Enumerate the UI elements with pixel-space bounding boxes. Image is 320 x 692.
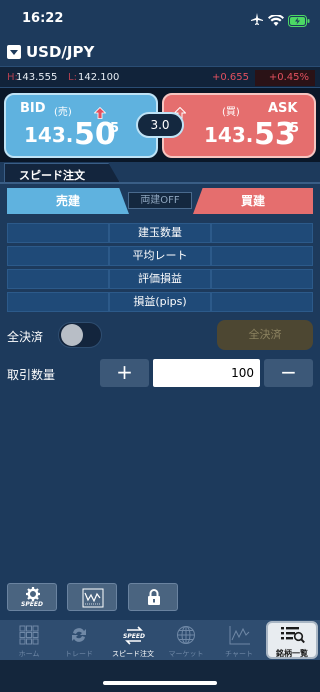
- wifi-icon: [268, 12, 284, 31]
- info-cell-left: [7, 269, 109, 289]
- tab-speed-label: スピード注文: [112, 650, 154, 658]
- lock-button[interactable]: [128, 583, 178, 611]
- status-time: 16:22: [22, 11, 64, 26]
- info-cell-left: [7, 223, 109, 243]
- quantity-decrease-button[interactable]: −: [264, 359, 313, 387]
- toggle-knob: [61, 324, 83, 346]
- info-cell-right: [211, 246, 313, 266]
- info-label: 建玉数量: [109, 223, 211, 243]
- tab-market[interactable]: マーケット: [157, 620, 215, 660]
- spread-badge: 3.0: [136, 112, 184, 138]
- sell-button[interactable]: 売建: [7, 188, 129, 214]
- low-value: 142.100: [78, 72, 120, 83]
- high-value: 143.555: [16, 72, 58, 83]
- tab-symbols-label: 銘柄一覧: [276, 649, 308, 658]
- tab-speed-order[interactable]: スピード注文: [4, 163, 120, 183]
- quantity-input[interactable]: [153, 359, 260, 387]
- bid-sub-label: (売): [54, 107, 72, 118]
- chart-icon: [82, 588, 104, 612]
- home-grid-icon: [19, 625, 39, 649]
- close-all-button[interactable]: 全決済: [217, 320, 313, 350]
- info-row-position-quantity: 建玉数量: [7, 223, 313, 243]
- ask-sub-label: (買): [222, 107, 240, 118]
- info-label: 損益(pips): [109, 292, 211, 312]
- info-cell-left: [7, 246, 109, 266]
- info-label: 評価損益: [109, 269, 211, 289]
- symbol-dropdown-button[interactable]: [7, 45, 21, 59]
- ask-price-main: 143.: [204, 123, 254, 147]
- hedge-toggle[interactable]: 両建OFF: [128, 192, 192, 209]
- speed-icon: SPEED: [123, 625, 145, 649]
- high-low-row: H: 143.555 L: 142.100 +0.655 +0.45%: [0, 66, 320, 88]
- quantity-label: 取引数量: [7, 368, 56, 382]
- battery-charging-icon: [288, 12, 310, 31]
- globe-icon: [176, 625, 196, 649]
- bid-price-sub: 5: [110, 121, 120, 136]
- speed-settings-button[interactable]: SPEED: [7, 583, 57, 611]
- ask-price-box[interactable]: (買) ASK 143. 53 5: [162, 93, 316, 158]
- change-value: +0.655: [212, 72, 250, 83]
- symbol-name[interactable]: USD/JPY: [26, 43, 94, 61]
- tab-market-label: マーケット: [168, 650, 204, 658]
- bottom-safe-area: [0, 660, 320, 692]
- bid-label: BID: [20, 101, 46, 116]
- tab-chart-label: チャート: [225, 650, 253, 658]
- tab-symbols-list[interactable]: 銘柄一覧: [266, 621, 318, 659]
- status-bar: 16:22: [0, 0, 320, 38]
- bid-price-main: 143.: [24, 123, 74, 147]
- info-row-average-rate: 平均レート: [7, 246, 313, 266]
- bid-price-box[interactable]: BID (売) 143. 50 5: [4, 93, 158, 158]
- quantity-increase-button[interactable]: +: [100, 359, 149, 387]
- info-label: 平均レート: [109, 246, 211, 266]
- ask-price-sub: 5: [290, 121, 300, 136]
- price-panel: BID (売) 143. 50 5 (買) ASK 143. 53 5 3.0: [0, 88, 320, 162]
- lock-icon: [147, 589, 161, 610]
- close-all-toggle[interactable]: [58, 322, 102, 348]
- change-percent: +0.45%: [255, 70, 315, 86]
- tab-chart[interactable]: チャート: [210, 620, 268, 660]
- low-label: L:: [68, 72, 77, 83]
- tab-trade-label: トレード: [65, 650, 93, 658]
- airplane-icon: [250, 11, 264, 30]
- info-row-valuation-pl: 評価損益: [7, 269, 313, 289]
- close-all-label: 全決済: [7, 330, 44, 344]
- info-cell-right: [211, 292, 313, 312]
- info-cell-right: [211, 269, 313, 289]
- tab-divider: [0, 182, 320, 184]
- tab-trade[interactable]: トレード: [50, 620, 108, 660]
- line-chart-icon: [229, 625, 251, 649]
- refresh-icon: [69, 625, 89, 649]
- buy-button[interactable]: 買建: [193, 188, 313, 214]
- symbol-row: USD/JPY: [0, 38, 320, 66]
- ask-label: ASK: [268, 101, 298, 116]
- info-cell-left: [7, 292, 109, 312]
- chart-tool-button[interactable]: [67, 583, 117, 611]
- speed-label: SPEED: [21, 601, 43, 608]
- svg-text:SPEED: SPEED: [123, 633, 145, 640]
- info-cell-right: [211, 223, 313, 243]
- info-row-pips: 損益(pips): [7, 292, 313, 312]
- home-indicator[interactable]: [103, 681, 217, 685]
- list-search-icon: [281, 626, 305, 648]
- tab-speed-order-nav[interactable]: SPEED スピード注文: [104, 620, 162, 660]
- tab-bar: ホーム トレード SPEED スピード注文 マーケット チャート 銘柄一覧: [0, 620, 320, 660]
